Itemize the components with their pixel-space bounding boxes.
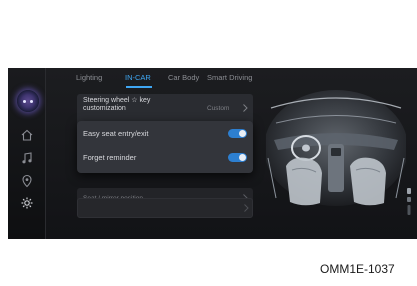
steering-wheel-key-label: Steering wheel ☆ key customization xyxy=(83,97,151,112)
settings-list: Steering wheel ☆ key customization Custo… xyxy=(73,88,258,236)
avatar-eye xyxy=(23,99,26,103)
tab-smart-driving[interactable]: Smart Driving xyxy=(207,73,252,82)
car-interior-illustration xyxy=(266,78,406,228)
easy-seat-entry-toggle[interactable] xyxy=(228,129,247,138)
tab-car-body[interactable]: Car Body xyxy=(168,73,199,82)
forget-reminder-row[interactable]: Forget reminder xyxy=(77,151,253,165)
figure-code: OMM1E-1037 xyxy=(320,262,395,276)
tab-in-car[interactable]: IN-CAR xyxy=(125,73,151,82)
assistant-avatar[interactable] xyxy=(17,90,39,112)
toggle-knob xyxy=(239,154,246,161)
chevron-right-icon xyxy=(241,103,249,113)
infotainment-screen: Lighting IN-CAR Car Body Smart Driving S… xyxy=(8,68,417,239)
blurred-list-row[interactable] xyxy=(77,198,253,218)
forget-reminder-label: Forget reminder xyxy=(83,153,137,162)
seat-adjust-icon[interactable] xyxy=(406,186,412,218)
easy-seat-entry-label: Easy seat entry/exit xyxy=(83,129,149,138)
easy-seat-entry-row[interactable]: Easy seat entry/exit xyxy=(77,127,253,141)
avatar-eye xyxy=(30,99,33,103)
left-rail xyxy=(8,68,46,239)
toggle-knob xyxy=(239,130,246,137)
music-icon[interactable] xyxy=(20,151,34,165)
steering-wheel-key-value: Custom xyxy=(207,105,230,112)
chevron-right-icon xyxy=(242,203,250,213)
tab-lighting[interactable]: Lighting xyxy=(76,73,102,82)
toggle-group-card: Easy seat entry/exit Forget reminder xyxy=(77,121,253,173)
navigation-icon[interactable] xyxy=(20,174,34,188)
forget-reminder-toggle[interactable] xyxy=(228,153,247,162)
settings-icon[interactable] xyxy=(20,196,34,210)
home-icon[interactable] xyxy=(20,128,34,142)
